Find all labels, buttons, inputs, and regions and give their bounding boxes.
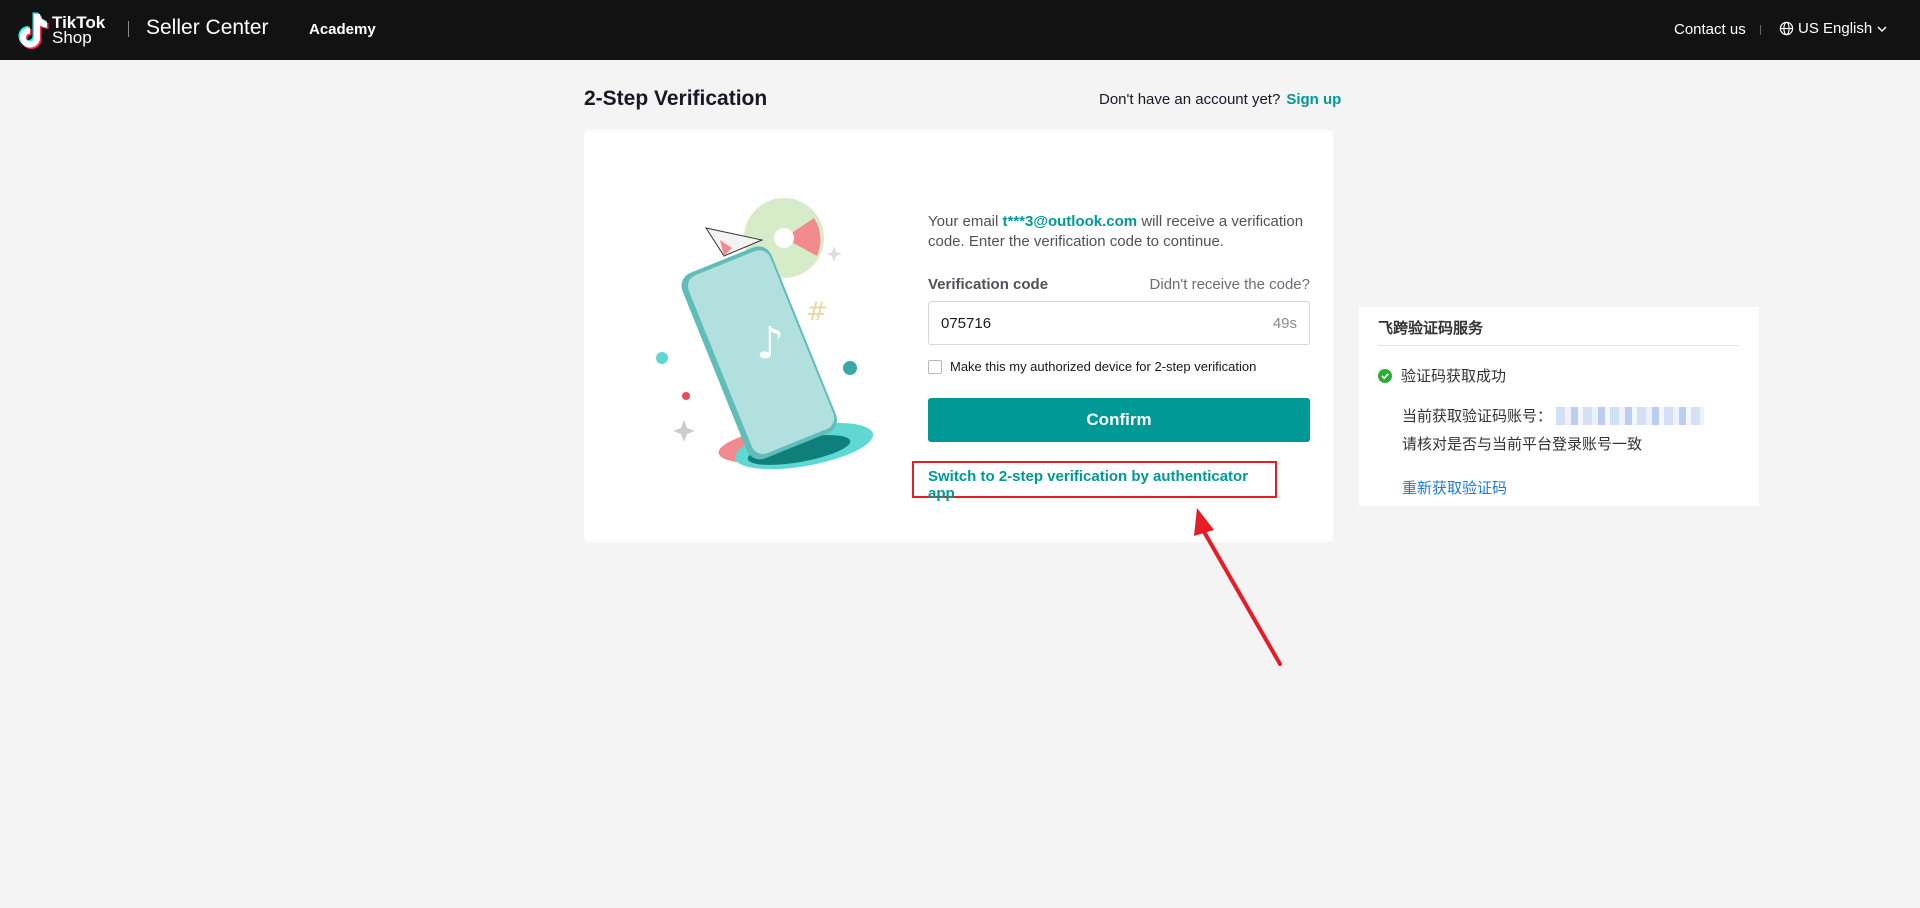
header-divider [128,21,129,37]
verification-code-label: Verification code [928,276,1049,293]
header-divider [1760,25,1761,35]
refetch-code-link[interactable]: 重新获取验证码 [1402,477,1507,498]
product-name: Seller Center [146,16,269,39]
verification-code-input[interactable]: 075716 49s [928,301,1310,345]
globe-icon [1779,21,1794,36]
authorized-device-checkbox[interactable] [928,359,942,374]
signup-prompt: Don't have an account yet? Sign up [1099,91,1341,108]
logo-wordmark: TikTok Shop [52,14,105,47]
verification-code-service-panel: 飞跨验证码服务 验证码获取成功 当前获取验证码账号： 请核对是否与当前平台登录账… [1359,307,1759,506]
page-title: 2-Step Verification [584,87,768,110]
switch-to-authenticator-link[interactable]: Switch to 2-step verification by authent… [912,461,1277,502]
resend-code-link[interactable]: Didn't receive the code? [1150,276,1310,293]
account-check-hint: 请核对是否与当前平台登录账号一致 [1402,436,1643,453]
masked-email: t***3@outlook.com [1002,213,1138,230]
code-value: 075716 [941,314,992,332]
sign-up-link[interactable]: Sign up [1286,91,1341,108]
account-label: 当前获取验证码账号： [1402,408,1553,425]
annotation-arrow [1194,508,1282,666]
resend-countdown: 49s [1272,314,1297,332]
svg-text:#: # [806,297,828,327]
description-prefix: Your email [928,213,1003,230]
current-account-row: 当前获取验证码账号： [1402,405,1705,426]
nav-academy-link[interactable]: Academy [309,21,376,38]
confirm-button[interactable]: Confirm [928,398,1310,442]
check-circle-icon [1378,368,1392,383]
logo-line-2: Shop [52,28,92,47]
language-selector[interactable]: US English [1779,20,1888,37]
code-label-row: Verification code Didn't receive the cod… [928,276,1310,293]
panel-divider [1378,345,1740,346]
verification-description: Your email t***3@outlook.com will receiv… [928,212,1310,252]
authorized-device-option[interactable]: Make this my authorized device for 2-ste… [928,359,1310,374]
contact-us-link[interactable]: Contact us [1674,21,1746,38]
top-navigation-bar: TikTok Shop Seller Center Academy Contac… [0,0,1920,60]
language-label: US English [1798,20,1873,37]
verification-form: Your email t***3@outlook.com will receiv… [928,212,1310,442]
blurred-account [1556,406,1705,425]
tiktok-shop-logo[interactable]: TikTok Shop [14,10,114,50]
service-panel-title: 飞跨验证码服务 [1378,320,1484,337]
authorized-device-label: Make this my authorized device for 2-ste… [950,359,1257,374]
phone-illustration: ♪ # [656,198,874,470]
fetch-status-text: 验证码获取成功 [1401,368,1507,385]
svg-text:♪: ♪ [756,318,784,369]
fetch-status: 验证码获取成功 [1378,365,1506,386]
tiktok-logo-icon [18,12,49,49]
no-account-text: Don't have an account yet? [1099,91,1281,108]
chevron-down-icon [1877,25,1887,32]
